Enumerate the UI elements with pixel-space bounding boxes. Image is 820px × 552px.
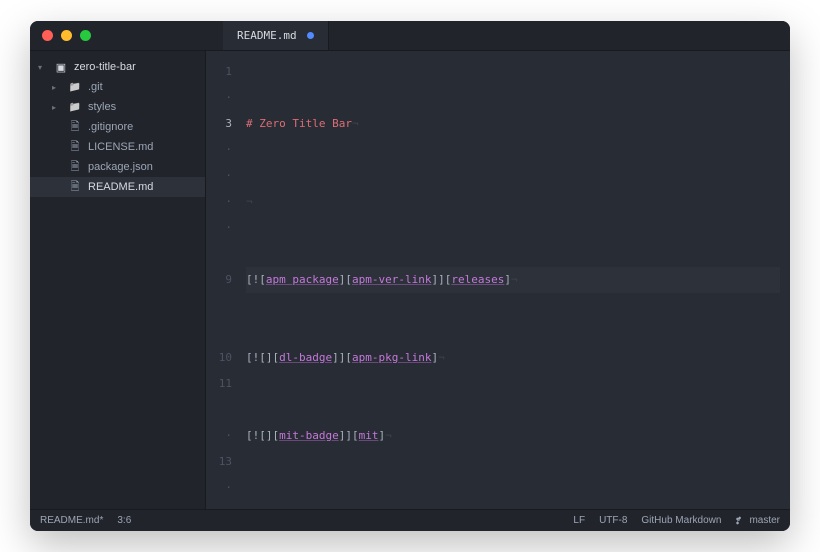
file-icon [68,120,82,134]
tree-label: LICENSE.md [88,141,153,153]
chevron-down-icon[interactable]: ▾ [38,63,48,72]
titlebar[interactable]: README.md [30,21,790,51]
tree-label: .gitignore [88,121,133,133]
editor-window: README.md ▾ ▣ zero-title-bar ▸ .git ▸ st… [30,21,790,531]
line-gutter[interactable]: 1 · 3 · · · · 9 10 11 · 13 · 15 · [206,51,240,509]
tree-label: styles [88,101,116,113]
status-grammar[interactable]: GitHub Markdown [641,515,721,526]
tree-file[interactable]: .gitignore [30,117,205,137]
tree-folder[interactable]: ▸ .git [30,77,205,97]
tree-folder[interactable]: ▸ styles [30,97,205,117]
git-branch-icon [735,516,745,526]
folder-icon [68,80,82,94]
project-root[interactable]: ▾ ▣ zero-title-bar [30,57,205,77]
tree-label: package.json [88,161,153,173]
traffic-lights [30,30,103,41]
chevron-right-icon[interactable]: ▸ [52,83,62,92]
heading-1: # Zero Title Bar [246,117,352,130]
tree-label: .git [88,81,103,93]
tree-file[interactable]: LICENSE.md [30,137,205,157]
tab-label: README.md [237,29,297,42]
status-branch[interactable]: master [735,515,780,526]
status-cursor[interactable]: 3:6 [117,515,131,526]
repo-icon: ▣ [54,60,68,74]
tree-file-selected[interactable]: README.md [30,177,205,197]
zoom-icon[interactable] [80,30,91,41]
file-tree[interactable]: ▾ ▣ zero-title-bar ▸ .git ▸ styles .giti… [30,51,206,509]
tree-label: README.md [88,181,153,193]
tab-readme[interactable]: README.md [223,21,329,50]
tree-file[interactable]: package.json [30,157,205,177]
file-icon [68,140,82,154]
close-icon[interactable] [42,30,53,41]
file-icon [68,180,82,194]
chevron-right-icon[interactable]: ▸ [52,103,62,112]
status-bar: README.md* 3:6 LF UTF-8 GitHub Markdown … [30,509,790,531]
file-icon [68,160,82,174]
status-encoding[interactable]: UTF-8 [599,515,627,526]
project-name: zero-title-bar [74,61,136,73]
modified-indicator-icon [307,32,314,39]
minimize-icon[interactable] [61,30,72,41]
folder-icon [68,100,82,114]
status-eol[interactable]: LF [573,515,585,526]
text-editor[interactable]: 1 · 3 · · · · 9 10 11 · 13 · 15 · [206,51,790,509]
editor-content[interactable]: # Zero Title Bar¬ ¬ [![apm package][apm-… [240,51,790,509]
tab-bar: README.md [223,21,329,50]
status-file[interactable]: README.md* [40,515,103,526]
